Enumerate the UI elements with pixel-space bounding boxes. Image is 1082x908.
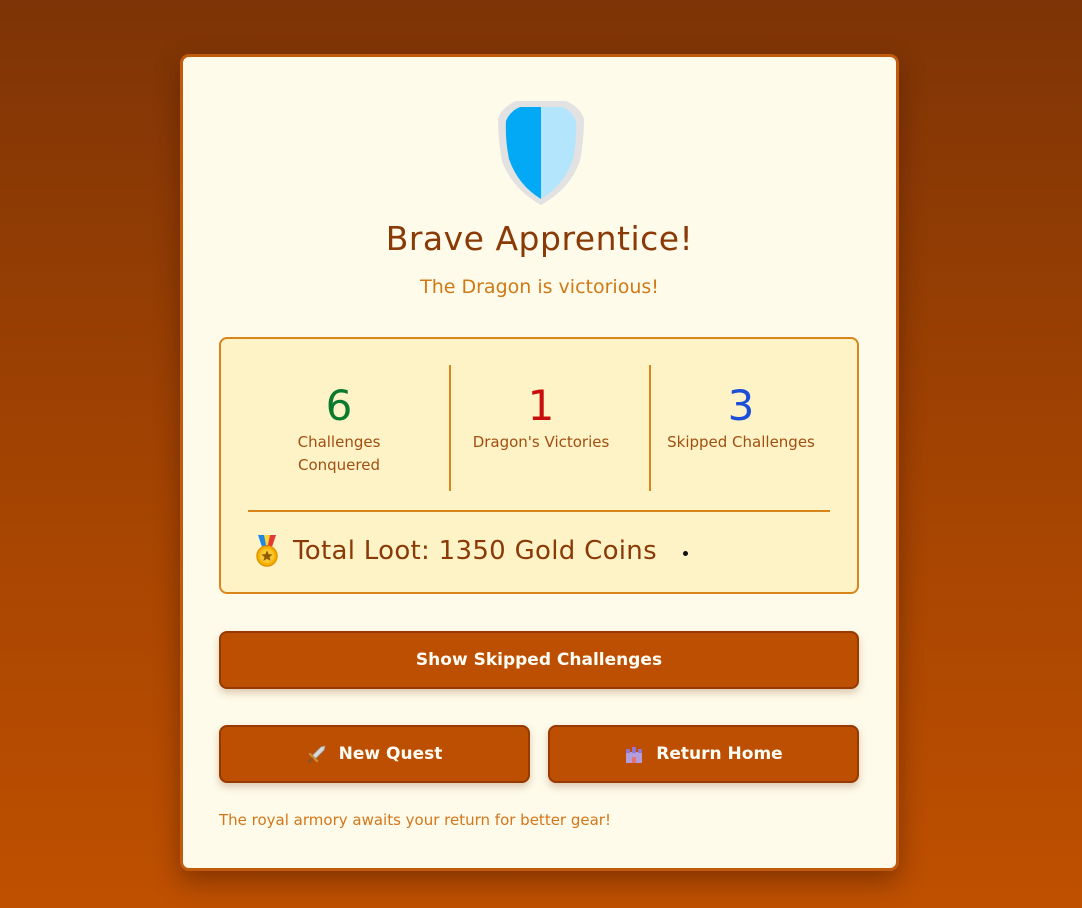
results-card: Brave Apprentice! The Dragon is victorio… — [180, 54, 899, 871]
stat-value-dragon-victories: 1 — [527, 381, 555, 430]
sword-icon — [307, 745, 326, 764]
stat-value-conquered: 6 — [325, 381, 353, 430]
total-loot: Total Loot: 1350 Gold Coins — [253, 531, 688, 571]
stat-skipped-challenges: 3 Skipped Challenges — [649, 365, 831, 491]
result-subtitle: The Dragon is victorious! — [420, 276, 659, 298]
shield-icon — [498, 101, 584, 205]
stats-divider — [248, 510, 830, 512]
total-loot-text: Total Loot: 1350 Gold Coins — [293, 536, 657, 566]
new-quest-button[interactable]: New Quest — [219, 725, 530, 783]
stat-label-skipped: Skipped Challenges — [667, 433, 815, 451]
medal-icon — [256, 535, 278, 567]
new-quest-label: New Quest — [338, 744, 443, 764]
castle-icon — [626, 744, 643, 763]
show-skipped-label: Show Skipped Challenges — [415, 650, 663, 670]
stat-label-dragon-victories: Dragon's Victories — [472, 433, 610, 451]
stat-label-conquered: Challenges Conquered — [297, 433, 381, 474]
return-home-button[interactable]: Return Home — [548, 725, 859, 783]
stats-panel: 6 Challenges Conquered 1 Dragon's Victor… — [219, 337, 859, 594]
footer-note: The royal armory awaits your return for … — [219, 811, 611, 829]
stat-challenges-conquered: 6 Challenges Conquered — [249, 365, 429, 491]
return-home-label: Return Home — [656, 744, 783, 764]
stat-value-skipped: 3 — [727, 381, 755, 430]
show-skipped-challenges-button[interactable]: Show Skipped Challenges — [219, 631, 859, 689]
loot-dot — [682, 550, 688, 556]
result-title: Brave Apprentice! — [385, 219, 694, 258]
stat-dragon-victories: 1 Dragon's Victories — [449, 365, 631, 491]
